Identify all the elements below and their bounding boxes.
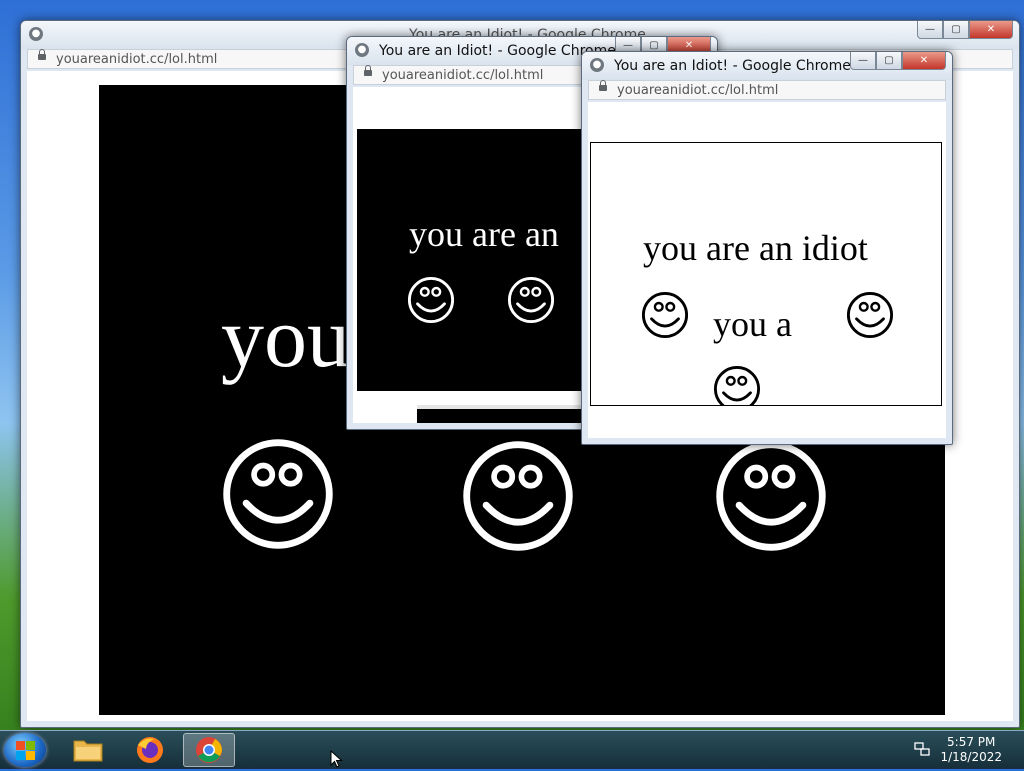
white-stage: you are an idiot you a: [590, 142, 942, 406]
smiley-face-icon: [716, 441, 826, 551]
smiley-face-icon: [713, 365, 761, 405]
message-text: you: [221, 289, 350, 385]
smiley-face-icon: [507, 276, 555, 324]
globe-icon: ●: [355, 43, 369, 57]
clock-time: 5:57 PM: [947, 735, 996, 749]
message-text-secondary: you a: [713, 304, 792, 344]
taskbar-file-explorer[interactable]: [62, 733, 114, 767]
file-explorer-icon: [73, 740, 103, 762]
window-title: You are an Idiot! - Google Chrome: [614, 58, 851, 74]
smiley-face-icon: [846, 291, 894, 339]
globe-icon: ●: [590, 58, 604, 72]
address-bar[interactable]: youareanidiot.cc/lol.html: [588, 80, 946, 100]
address-text: youareanidiot.cc/lol.html: [382, 68, 544, 83]
minimize-button[interactable]: —: [850, 52, 876, 70]
globe-icon: ●: [29, 27, 43, 41]
page-content: you are an idiot you a: [588, 102, 946, 438]
lock-icon: [364, 65, 372, 76]
minimize-button[interactable]: —: [917, 21, 943, 39]
chrome-icon: [196, 737, 222, 763]
close-button[interactable]: ✕: [902, 52, 946, 70]
clock-date: 1/18/2022: [940, 750, 1002, 764]
start-button[interactable]: [4, 733, 46, 767]
maximize-button[interactable]: ▢: [943, 21, 969, 39]
smiley-face-icon: [223, 439, 333, 549]
message-text: you are an: [409, 214, 559, 254]
browser-window-front[interactable]: ● You are an Idiot! - Google Chrome — ▢ …: [581, 51, 953, 445]
taskbar-chrome[interactable]: [183, 733, 235, 767]
smiley-face-icon: [407, 276, 455, 324]
close-button[interactable]: ✕: [969, 21, 1013, 39]
render-glitch: [801, 405, 942, 406]
taskbar: 5:57 PM 1/18/2022: [0, 730, 1024, 769]
firefox-icon: [137, 737, 163, 763]
message-text: you are an idiot: [643, 228, 868, 268]
maximize-button[interactable]: ▢: [876, 52, 902, 70]
lock-icon: [599, 80, 607, 91]
smiley-face-icon: [641, 291, 689, 339]
address-text: youareanidiot.cc/lol.html: [56, 52, 218, 67]
lock-icon: [38, 49, 46, 60]
title-bar[interactable]: ● You are an Idiot! - Google Chrome — ▢ …: [582, 52, 952, 80]
taskbar-firefox[interactable]: [124, 733, 176, 767]
network-icon[interactable]: [914, 741, 930, 757]
smiley-face-icon: [463, 441, 573, 551]
mouse-cursor-icon: [330, 750, 343, 768]
system-clock[interactable]: 5:57 PM 1/18/2022: [940, 735, 1002, 765]
address-text: youareanidiot.cc/lol.html: [617, 83, 779, 98]
